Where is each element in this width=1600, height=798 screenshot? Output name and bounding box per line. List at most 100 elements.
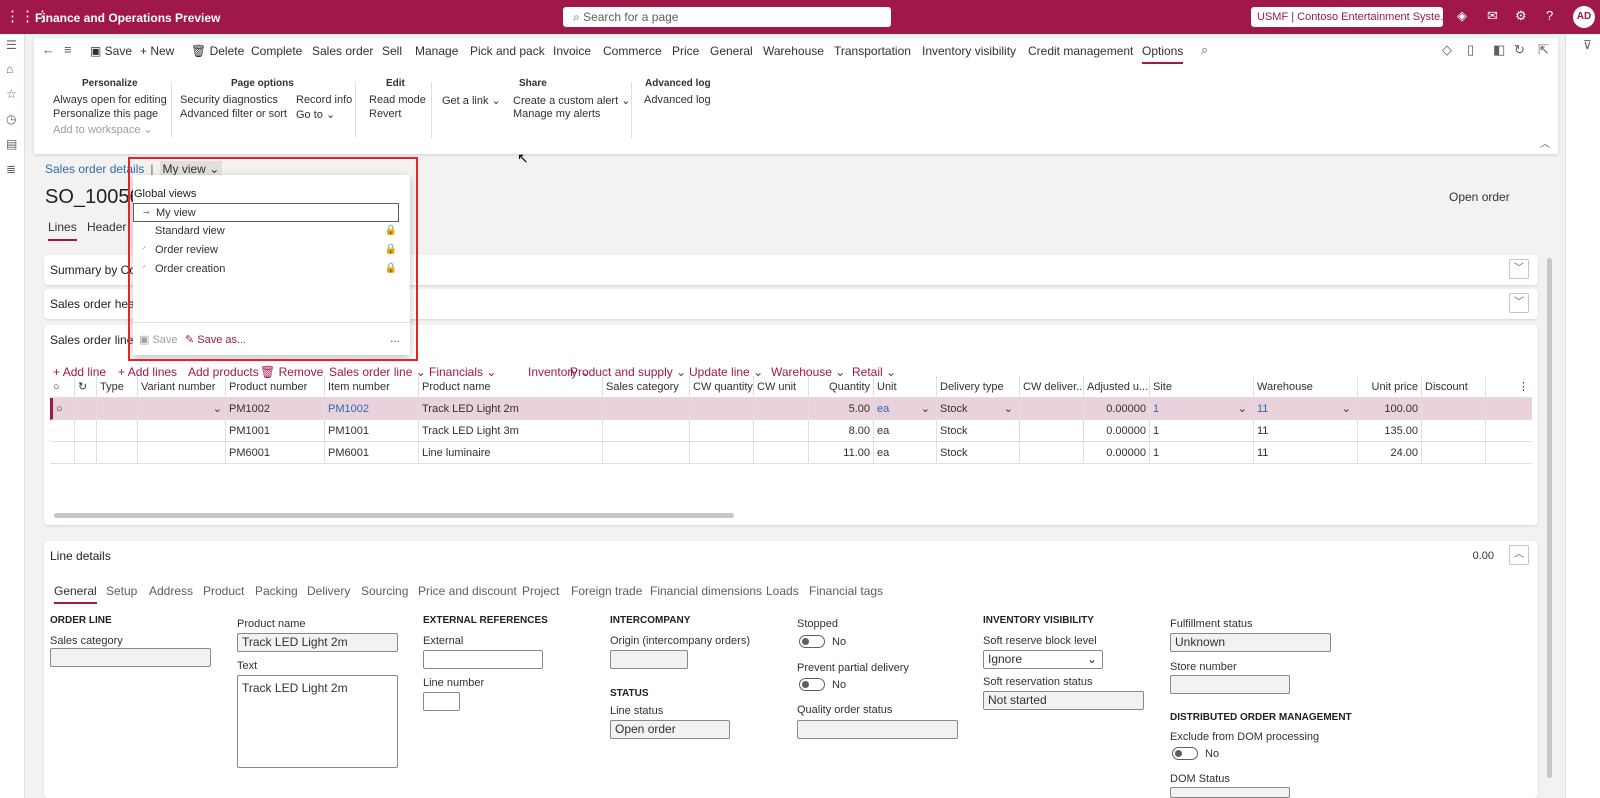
detail-tab-price-and-discount[interactable]: Price and discount [418,584,517,598]
row-select-radio[interactable]: ○ [53,398,75,420]
cell-adjusted-unit[interactable]: 0.00000 [1084,398,1150,420]
cell-type[interactable] [97,398,138,420]
workspaces-icon[interactable]: ▤ [6,137,17,151]
cell-warehouse[interactable]: 11 [1254,442,1358,464]
detail-tab-foreign-trade[interactable]: Foreign trade [571,584,642,598]
cell-item-number[interactable]: PM1002 [325,398,419,420]
cell-cw-unit[interactable] [754,420,809,442]
cell-unit-price[interactable]: 100.00 [1358,398,1422,420]
exclude-from-dom-toggle[interactable] [1172,747,1198,760]
refresh-icon[interactable]: ↻ [75,376,97,398]
cell-unit[interactable]: ea ⌄ [874,398,937,420]
personalize-this-page[interactable]: Personalize this page [53,108,158,120]
cell-cw-unit[interactable] [754,442,809,464]
cell-type[interactable] [97,442,138,464]
cell-product-number[interactable]: PM6001 [226,442,325,464]
cell-product-name[interactable]: Line luminaire [419,442,603,464]
filter-icon[interactable]: ⊽ [1583,38,1592,52]
notifications-icon[interactable]: ✉ [1487,9,1498,23]
delete-button[interactable]: 🗑 Delete [191,44,244,58]
cell-site[interactable]: 1 ⌄ [1150,398,1254,420]
new-button[interactable]: + New [140,44,174,58]
col-cw-deliver[interactable]: CW deliver... [1020,376,1084,398]
cell-delivery-type[interactable]: Stock [937,420,1020,442]
detail-tab-general[interactable]: General [54,584,97,604]
cell-quantity[interactable]: 5.00 [809,398,874,420]
get-a-link[interactable]: Get a link ⌄ [442,94,501,107]
favorites-icon[interactable]: ☆ [6,87,17,101]
detail-tab-setup[interactable]: Setup [106,584,137,598]
col-product-name[interactable]: Product name [419,376,603,398]
cell-item-number[interactable]: PM6001 [325,442,419,464]
revert[interactable]: Revert [369,108,401,120]
tab-manage[interactable]: Manage [415,44,458,58]
detail-tab-address[interactable]: Address [149,584,193,598]
refresh-icon[interactable]: ↻ [1514,42,1525,58]
avatar[interactable]: AD [1573,6,1595,28]
col-adjusted-unit[interactable]: Adjusted u... [1084,376,1150,398]
hamburger-icon[interactable]: ☰ [6,38,17,52]
col-discount[interactable]: Discount [1422,376,1486,398]
col-unit-price[interactable]: Unit price [1358,376,1422,398]
table-row[interactable]: ○ ⌄ PM1002 PM1002 Track LED Light 2m 5.0… [50,398,1532,420]
cell-unit-price[interactable]: 135.00 [1358,420,1422,442]
record-info[interactable]: Record info [296,94,352,106]
manage-my-alerts[interactable]: Manage my alerts [513,108,600,120]
cell-warehouse[interactable]: 11 [1254,420,1358,442]
horizontal-scrollbar[interactable] [54,513,734,518]
cell-delivery-type[interactable]: Stock [937,442,1020,464]
cell-warehouse[interactable]: 11 ⌄ [1254,398,1358,420]
cell-product-number[interactable]: PM1001 [226,420,325,442]
col-item-number[interactable]: Item number [325,376,419,398]
tab-warehouse[interactable]: Warehouse [763,44,824,58]
read-mode[interactable]: Read mode [369,94,426,106]
cell-cw-quantity[interactable] [690,442,754,464]
tab-commerce[interactable]: Commerce [603,44,662,58]
cell-adjusted-unit[interactable]: 0.00000 [1084,420,1150,442]
detail-tab-product[interactable]: Product [203,584,244,598]
cell-cw-quantity[interactable] [690,420,754,442]
row-select-radio[interactable] [50,420,75,442]
cell-cw-quantity[interactable] [690,398,754,420]
cell-delivery-type[interactable]: Stock ⌄ [937,398,1020,420]
cell-variant-number[interactable] [138,442,226,464]
tab-sales-order[interactable]: Sales order [312,44,373,58]
col-product-number[interactable]: Product number [226,376,325,398]
col-site[interactable]: Site [1150,376,1254,398]
cell-product-name[interactable]: Track LED Light 2m [419,398,603,420]
cell-adjusted-unit[interactable]: 0.00000 [1084,442,1150,464]
cell-unit[interactable]: ea [874,420,937,442]
cell-discount[interactable] [1422,420,1486,442]
soft-reserve-block-level-select[interactable]: Ignore ⌄ [983,650,1103,669]
detail-tab-loads[interactable]: Loads [766,584,799,598]
modules-icon[interactable]: ≣ [6,162,16,176]
tab-sell[interactable]: Sell [382,44,402,58]
cell-sales-category[interactable] [603,420,690,442]
cell-product-name[interactable]: Track LED Light 3m [419,420,603,442]
page-search-input[interactable]: ⌕ Search for a page [563,7,891,27]
col-cw-quantity[interactable]: CW quantity [690,376,754,398]
recent-icon[interactable]: ◷ [6,112,16,126]
company-picker[interactable]: USMF | Contoso Entertainment Syste... [1251,7,1443,27]
text-field[interactable]: Track LED Light 2m [237,675,398,768]
office-icon[interactable]: ▯ [1467,42,1474,58]
copilot-icon[interactable]: ◈ [1457,9,1467,23]
home-icon[interactable]: ⌂ [6,62,13,76]
security-diagnostics[interactable]: Security diagnostics [180,94,278,106]
line-number-field[interactable] [423,692,460,711]
go-to-menu[interactable]: Go to ⌄ [296,108,335,121]
complete-button[interactable]: Complete [251,44,302,58]
tab-general[interactable]: General [710,44,753,58]
col-cw-unit[interactable]: CW unit [754,376,809,398]
col-quantity[interactable]: Quantity [809,376,874,398]
cell-quantity[interactable]: 11.00 [809,442,874,464]
cell-unit-price[interactable]: 24.00 [1358,442,1422,464]
tab-transportation[interactable]: Transportation [834,44,911,58]
detail-tab-project[interactable]: Project [522,584,559,598]
create-a-custom-alert[interactable]: Create a custom alert ⌄ [513,94,630,107]
cell-sales-category[interactable] [603,398,690,420]
cell-variant-number[interactable]: ⌄ [138,398,226,420]
cell-cw-deliver[interactable] [1020,420,1084,442]
table-row[interactable]: PM6001 PM6001 Line luminaire 11.00 ea St… [50,442,1532,464]
search-icon[interactable]: ⌕ [1201,42,1208,58]
